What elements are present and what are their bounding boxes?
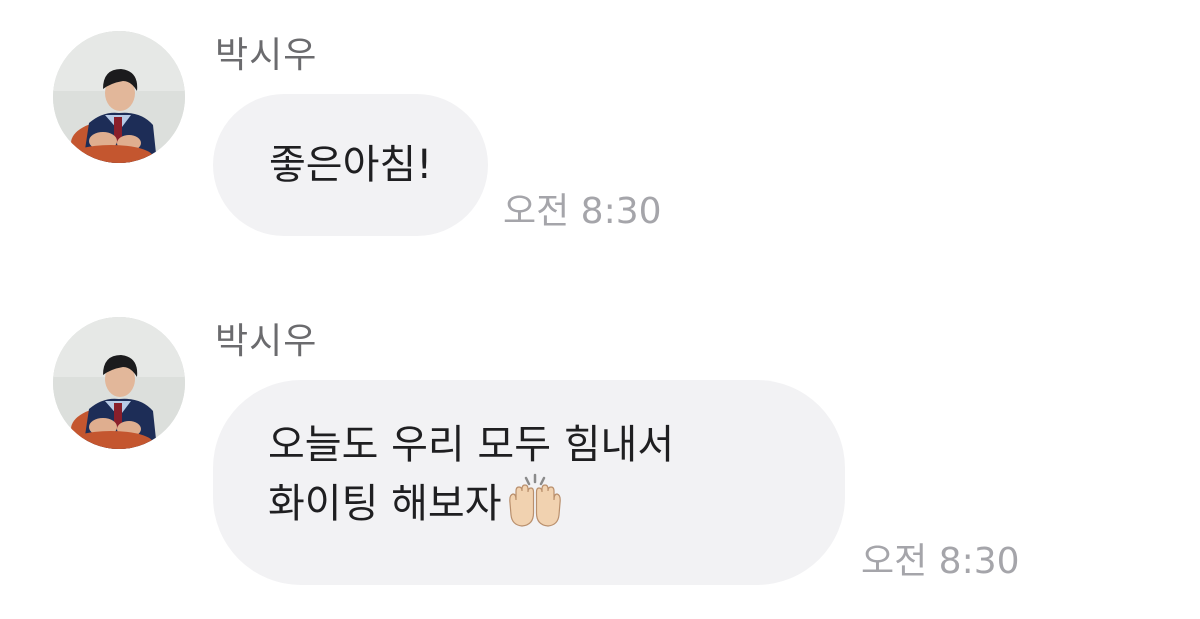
message-time: 오전 8:30 bbox=[503, 191, 662, 232]
avatar[interactable] bbox=[53, 31, 185, 163]
message-bubble[interactable]: 좋은아침! bbox=[213, 94, 488, 236]
message-text-line-2-wrap: 화이팅 해보자 bbox=[268, 473, 845, 544]
sender-name: 박시우 bbox=[215, 35, 318, 76]
message-text-line-1: 오늘도 우리 모두 힘내서 bbox=[268, 422, 675, 468]
profile-photo bbox=[53, 31, 185, 163]
avatar[interactable] bbox=[53, 317, 185, 449]
message-text: 좋은아침! bbox=[269, 142, 433, 188]
sender-name: 박시우 bbox=[215, 321, 318, 362]
raising-hands-emoji-icon bbox=[504, 473, 566, 544]
profile-photo bbox=[53, 317, 185, 449]
message-text-line-2: 화이팅 해보자 bbox=[268, 481, 502, 527]
chat-view: 박시우 좋은아침! 오전 8:30 박시우 오늘도 우리 모두 힘내서 화이팅 … bbox=[0, 0, 1200, 619]
message-time: 오전 8:30 bbox=[861, 541, 1020, 582]
message-bubble[interactable]: 오늘도 우리 모두 힘내서 화이팅 해보자 bbox=[213, 380, 845, 585]
